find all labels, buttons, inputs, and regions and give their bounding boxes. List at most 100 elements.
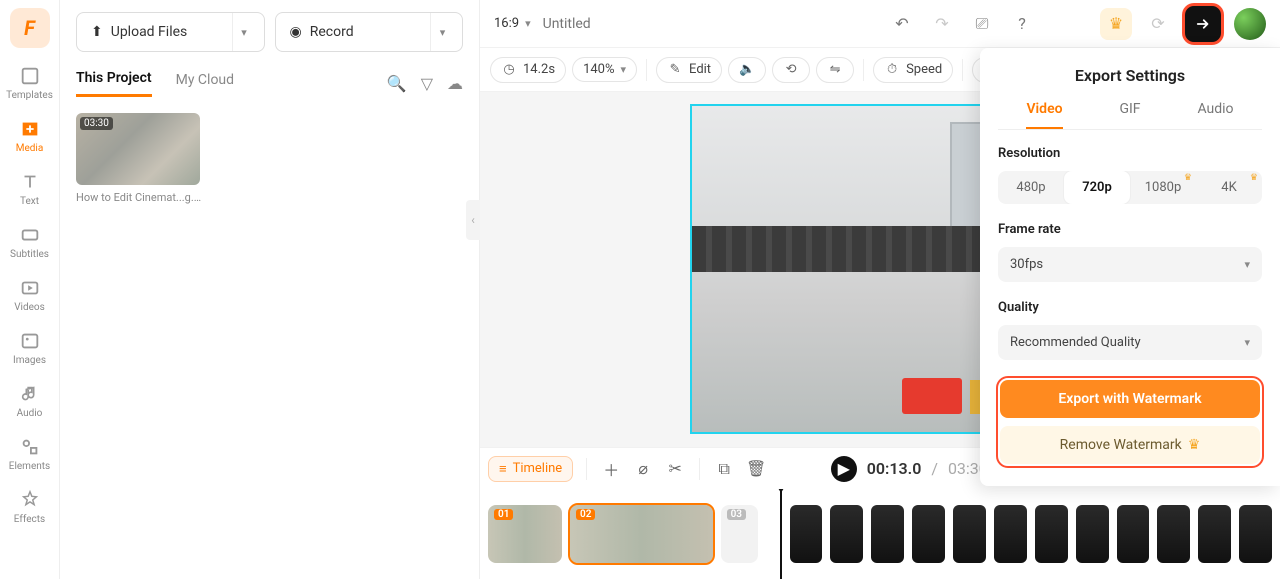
sidebar-item-templates[interactable]: Templates	[0, 58, 59, 107]
sidebar-item-effects[interactable]: Effects	[0, 482, 59, 531]
record-button[interactable]: ◉ Record ▾	[275, 12, 464, 52]
chevron-down-icon: ▾	[1244, 258, 1250, 271]
copy-icon[interactable]: ⧉	[713, 458, 735, 480]
timeline-thumb[interactable]	[790, 505, 823, 563]
edit-button[interactable]: ✎Edit	[656, 57, 722, 83]
videos-icon	[18, 276, 42, 300]
play-button[interactable]: ▶	[831, 456, 857, 482]
filter-icon[interactable]: ▽	[421, 74, 433, 93]
timeline-mode-chip[interactable]: ≡Timeline	[488, 456, 573, 482]
timeline-thumb[interactable]	[1239, 505, 1272, 563]
timeline-clip-2[interactable]: 02	[570, 505, 713, 563]
zoom-select[interactable]: 140%▾	[572, 57, 637, 82]
record-icon: ◉	[290, 24, 302, 40]
sidebar-label: Templates	[6, 90, 53, 101]
upload-label: Upload Files	[111, 24, 188, 40]
crown-icon: ♛	[1250, 173, 1258, 183]
speed-button[interactable]: ⏱Speed	[873, 57, 953, 83]
clip-filename: How to Edit Cinemat...g.mp4	[76, 191, 206, 204]
upload-files-button[interactable]: ⬆ Upload Files ▾	[76, 12, 265, 52]
sidebar-item-media[interactable]: Media	[0, 111, 59, 160]
clip-duration-pill[interactable]: ◷14.2s	[490, 57, 566, 83]
timeline-playhead[interactable]	[780, 489, 782, 579]
sidebar-item-videos[interactable]: Videos	[0, 270, 59, 319]
timeline-thumb[interactable]	[871, 505, 904, 563]
timeline-thumb[interactable]	[1117, 505, 1150, 563]
aspect-ratio-select[interactable]: 16:9▾	[494, 16, 531, 31]
crown-icon: ♛	[1188, 437, 1201, 453]
app-logo: F	[10, 8, 50, 48]
timeline-clip-1[interactable]: 01	[488, 505, 562, 563]
timeline-thumb[interactable]	[1157, 505, 1190, 563]
sidebar-item-elements[interactable]: Elements	[0, 429, 59, 478]
search-icon[interactable]: 🔍	[387, 74, 407, 93]
split-icon[interactable]: ⌀	[632, 458, 654, 480]
sidebar-item-images[interactable]: Images	[0, 323, 59, 372]
sidebar-label: Text	[20, 196, 39, 207]
speed-icon: ⏱	[884, 62, 900, 78]
quality-select[interactable]: Recommended Quality▾	[998, 325, 1262, 360]
project-title-input[interactable]	[543, 16, 723, 32]
sidebar: F Templates Media Text Subtitles Videos …	[0, 0, 60, 579]
cloud-sync-icon[interactable]: ⟳	[1144, 10, 1172, 38]
upload-icon: ⬆	[91, 24, 103, 40]
export-button[interactable]	[1184, 5, 1222, 43]
help-icon[interactable]: ?	[1008, 10, 1036, 38]
resolution-1080p[interactable]: 1080p♛	[1130, 171, 1196, 204]
subtitles-icon	[18, 223, 42, 247]
clip-duration: 03:30	[80, 117, 113, 130]
timeline-thumb[interactable]	[1035, 505, 1068, 563]
timeline-clip-3[interactable]: 03	[721, 505, 758, 563]
rotate-button[interactable]: ⟲	[772, 57, 810, 83]
templates-icon	[18, 64, 42, 88]
sidebar-item-subtitles[interactable]: Subtitles	[0, 217, 59, 266]
timeline-thumb[interactable]	[994, 505, 1027, 563]
audio-icon	[18, 382, 42, 406]
record-label: Record	[310, 24, 354, 40]
remove-watermark-button[interactable]: Remove Watermark♛	[1000, 426, 1260, 464]
quality-label: Quality	[998, 300, 1262, 315]
undo-icon[interactable]: ↶	[888, 10, 916, 38]
export-tab-video[interactable]: Video	[1026, 101, 1062, 129]
user-avatar[interactable]	[1234, 8, 1266, 40]
tab-this-project[interactable]: This Project	[76, 70, 152, 97]
elements-icon	[18, 435, 42, 459]
clock-icon: ◷	[501, 62, 517, 78]
chevron-down-icon: ▾	[1244, 336, 1250, 349]
upload-dropdown[interactable]: ▾	[232, 13, 256, 51]
delete-icon[interactable]: 🗑	[745, 458, 767, 480]
timeline-thumb[interactable]	[1198, 505, 1231, 563]
sidebar-label: Videos	[14, 302, 45, 313]
timeline-tracks[interactable]: 01 02 03	[480, 489, 1280, 579]
cut-icon[interactable]: ✂	[664, 458, 686, 480]
timeline-thumb[interactable]	[953, 505, 986, 563]
sidebar-label: Audio	[17, 408, 43, 419]
export-title: Export Settings	[998, 66, 1262, 85]
resolution-480p[interactable]: 480p	[998, 171, 1064, 204]
export-tab-gif[interactable]: GIF	[1119, 101, 1140, 129]
timeline-icon: ≡	[499, 461, 507, 477]
export-actions-highlight: Export with Watermark Remove Watermark♛	[998, 378, 1262, 466]
premium-icon[interactable]: ♛	[1100, 8, 1132, 40]
flip-button[interactable]: ⇋	[816, 57, 854, 83]
panel-collapse-handle[interactable]: ‹	[466, 200, 480, 240]
resolution-4k[interactable]: 4K♛	[1196, 171, 1262, 204]
screenshot-icon[interactable]: ⎚	[968, 10, 996, 38]
media-clip-thumbnail[interactable]: 03:30	[76, 113, 200, 185]
export-with-watermark-button[interactable]: Export with Watermark	[1000, 380, 1260, 418]
record-dropdown[interactable]: ▾	[430, 13, 454, 51]
tab-my-cloud[interactable]: My Cloud	[176, 72, 234, 96]
redo-icon[interactable]: ↷	[928, 10, 956, 38]
flip-icon: ⇋	[827, 62, 843, 78]
sidebar-item-audio[interactable]: Audio	[0, 376, 59, 425]
timeline-thumb[interactable]	[1076, 505, 1109, 563]
framerate-select[interactable]: 30fps▾	[998, 247, 1262, 282]
timeline-thumb[interactable]	[830, 505, 863, 563]
export-tab-audio[interactable]: Audio	[1197, 101, 1233, 129]
cloud-off-icon[interactable]: ☁	[447, 74, 463, 93]
resolution-720p[interactable]: 720p	[1064, 171, 1130, 204]
sidebar-item-text[interactable]: Text	[0, 164, 59, 213]
timeline-thumb[interactable]	[912, 505, 945, 563]
add-clip-icon[interactable]: ＋	[600, 458, 622, 480]
mute-button[interactable]: 🔈	[728, 57, 766, 83]
